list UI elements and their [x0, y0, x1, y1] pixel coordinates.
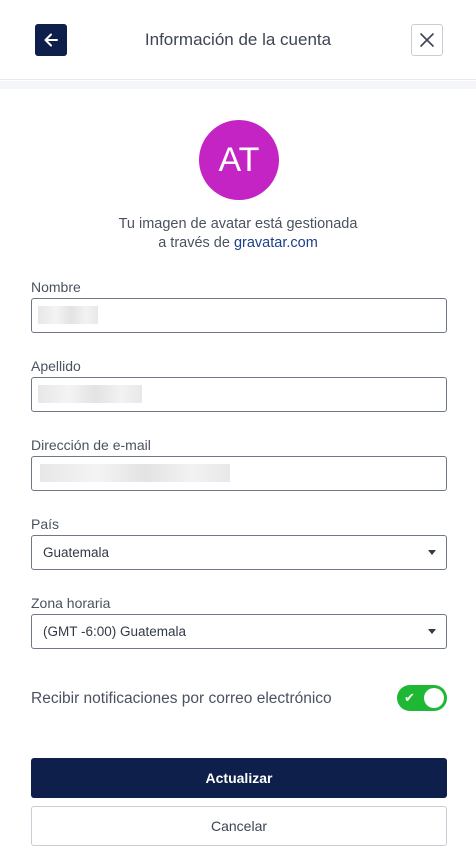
avatar: AT [199, 120, 279, 200]
close-icon [420, 33, 434, 47]
avatar-note-prefix: a través de [158, 235, 234, 251]
header-divider [0, 81, 476, 89]
check-icon: ✔ [404, 690, 415, 705]
apellido-field[interactable] [31, 377, 447, 412]
pais-select[interactable]: Guatemala [31, 535, 447, 570]
apellido-label: Apellido [31, 358, 81, 374]
avatar-note-line1: Tu imagen de avatar está gestionada [118, 216, 358, 232]
page-title: Información de la cuenta [144, 30, 332, 49]
redacted-value [40, 464, 230, 482]
pais-label: País [31, 516, 60, 532]
redacted-value [38, 306, 98, 324]
chevron-down-icon [428, 629, 436, 634]
chevron-down-icon [428, 550, 436, 555]
avatar-initials: AT [218, 140, 260, 179]
avatar-note: Tu imagen de avatar está gestionada a tr… [0, 215, 476, 253]
avatar-note-line2: a través de gravatar.com [0, 234, 476, 253]
gravatar-link[interactable]: gravatar.com [234, 235, 318, 251]
email-label: Dirección de e-mail [31, 437, 151, 453]
zona-label: Zona horaria [31, 595, 111, 611]
cancel-button[interactable]: Cancelar [31, 806, 447, 846]
zona-select[interactable]: (GMT -6:00) Guatemala [31, 614, 447, 649]
notifications-toggle[interactable]: ✔ [397, 685, 447, 711]
nombre-field[interactable] [31, 298, 447, 333]
pais-selected-value: Guatemala [43, 545, 110, 560]
nombre-label: Nombre [31, 279, 81, 295]
notifications-label: Recibir notificaciones por correo electr… [31, 690, 332, 707]
close-button[interactable] [411, 24, 443, 56]
email-field[interactable] [31, 456, 447, 491]
header: Información de la cuenta [0, 0, 476, 80]
update-button[interactable]: Actualizar [31, 758, 447, 798]
zona-selected-value: (GMT -6:00) Guatemala [43, 624, 187, 639]
toggle-knob [424, 688, 444, 708]
redacted-value [38, 385, 142, 403]
